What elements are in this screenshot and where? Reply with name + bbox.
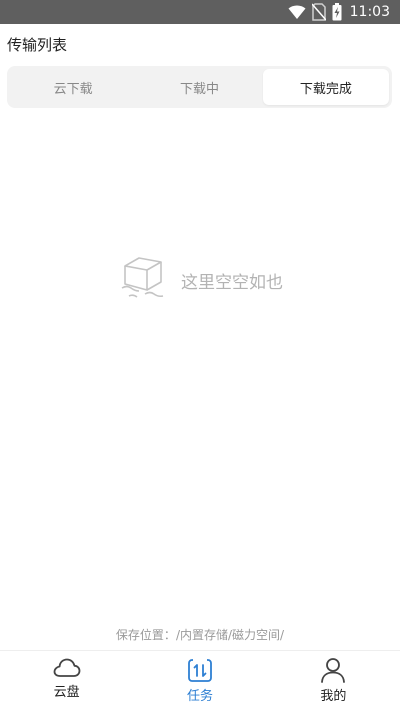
battery-charging-icon xyxy=(332,3,342,21)
save-location-label: 保存位置： xyxy=(115,628,176,642)
header: 传输列表 xyxy=(0,24,400,62)
tab-downloading[interactable]: 下载中 xyxy=(136,69,262,105)
save-location-path[interactable]: /内置存储/磁力空间/ xyxy=(176,628,284,642)
transfer-tabs: 云下载 下载中 下载完成 xyxy=(7,66,392,108)
nav-label-me: 我的 xyxy=(320,689,347,704)
wifi-icon xyxy=(288,4,306,20)
user-icon xyxy=(320,657,346,683)
tab-cloud-download[interactable]: 云下载 xyxy=(10,69,136,105)
status-icons: 11:03 xyxy=(288,0,390,24)
save-location: 保存位置：/内置存储/磁力空间/ xyxy=(0,626,400,644)
nav-item-me[interactable]: 我的 xyxy=(267,651,400,704)
cloud-icon xyxy=(53,657,81,679)
nav-item-cloud[interactable]: 云盘 xyxy=(0,651,133,700)
nav-item-tasks[interactable]: 任务 xyxy=(133,651,266,704)
bottom-nav: 云盘 任务 我的 xyxy=(0,650,400,704)
no-sim-icon xyxy=(311,3,326,21)
empty-state-text: 这里空空如也 xyxy=(181,272,283,293)
status-time: 11:03 xyxy=(349,4,390,20)
status-bar: 11:03 xyxy=(0,0,400,24)
page-title: 传输列表 xyxy=(7,36,68,54)
empty-box-icon xyxy=(117,254,169,306)
nav-label-tasks: 任务 xyxy=(186,689,213,704)
nav-label-cloud: 云盘 xyxy=(53,685,80,700)
tab-download-complete[interactable]: 下载完成 xyxy=(262,69,389,105)
transfer-icon xyxy=(187,657,213,683)
empty-state: 这里空空如也 xyxy=(0,255,400,305)
